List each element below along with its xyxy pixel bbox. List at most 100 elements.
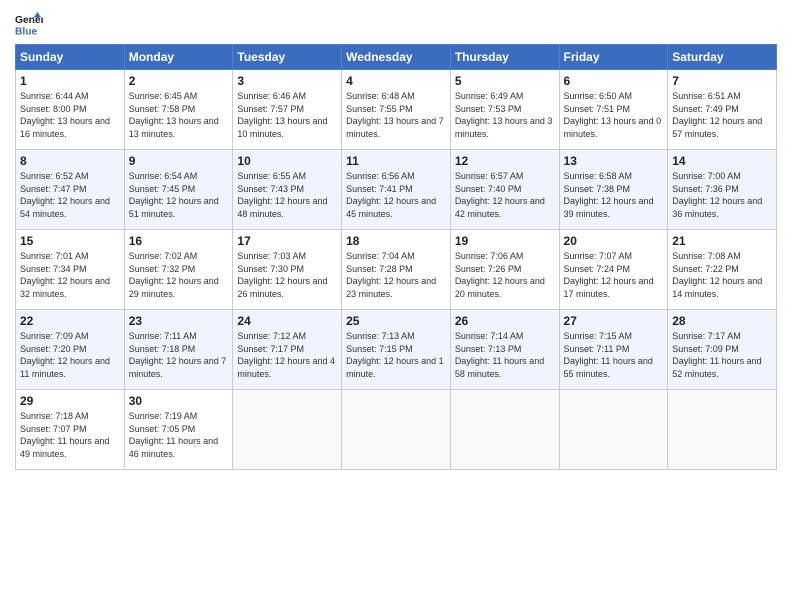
day-info: Sunrise: 7:04 AMSunset: 7:28 PMDaylight:… bbox=[346, 250, 446, 300]
calendar-cell: 14 Sunrise: 7:00 AMSunset: 7:36 PMDayligh… bbox=[668, 150, 777, 230]
calendar-cell: 16 Sunrise: 7:02 AMSunset: 7:32 PMDayligh… bbox=[124, 230, 233, 310]
day-info: Sunrise: 7:18 AMSunset: 7:07 PMDaylight:… bbox=[20, 410, 120, 460]
day-info: Sunrise: 7:03 AMSunset: 7:30 PMDaylight:… bbox=[237, 250, 337, 300]
day-number: 15 bbox=[20, 234, 120, 248]
calendar-cell: 19 Sunrise: 7:06 AMSunset: 7:26 PMDayligh… bbox=[450, 230, 559, 310]
calendar-cell bbox=[559, 390, 668, 470]
calendar-cell bbox=[233, 390, 342, 470]
day-info: Sunrise: 7:07 AMSunset: 7:24 PMDaylight:… bbox=[564, 250, 664, 300]
day-info: Sunrise: 6:45 AMSunset: 7:58 PMDaylight:… bbox=[129, 90, 229, 140]
day-number: 2 bbox=[129, 74, 229, 88]
day-number: 6 bbox=[564, 74, 664, 88]
day-number: 26 bbox=[455, 314, 555, 328]
calendar-cell: 7Sunrise: 6:51 AMSunset: 7:49 PMDaylight… bbox=[668, 70, 777, 150]
day-number: 22 bbox=[20, 314, 120, 328]
day-number: 4 bbox=[346, 74, 446, 88]
calendar-cell: 29 Sunrise: 7:18 AMSunset: 7:07 PMDayligh… bbox=[16, 390, 125, 470]
calendar-cell: 9 Sunrise: 6:54 AMSunset: 7:45 PMDaylight… bbox=[124, 150, 233, 230]
day-info: Sunrise: 6:56 AMSunset: 7:41 PMDaylight:… bbox=[346, 170, 446, 220]
day-info: Sunrise: 6:58 AMSunset: 7:38 PMDaylight:… bbox=[564, 170, 664, 220]
col-header-thursday: Thursday bbox=[450, 45, 559, 70]
logo: General Blue bbox=[15, 10, 43, 38]
day-info: Sunrise: 7:09 AMSunset: 7:20 PMDaylight:… bbox=[20, 330, 120, 380]
day-number: 8 bbox=[20, 154, 120, 168]
day-info: Sunrise: 6:49 AMSunset: 7:53 PMDaylight:… bbox=[455, 90, 555, 140]
svg-text:Blue: Blue bbox=[15, 26, 38, 37]
day-number: 3 bbox=[237, 74, 337, 88]
col-header-saturday: Saturday bbox=[668, 45, 777, 70]
calendar-cell: 23 Sunrise: 7:11 AMSunset: 7:18 PMDayligh… bbox=[124, 310, 233, 390]
day-number: 21 bbox=[672, 234, 772, 248]
calendar-cell: 13 Sunrise: 6:58 AMSunset: 7:38 PMDayligh… bbox=[559, 150, 668, 230]
calendar-cell: 8 Sunrise: 6:52 AMSunset: 7:47 PMDaylight… bbox=[16, 150, 125, 230]
day-info: Sunrise: 7:14 AMSunset: 7:13 PMDaylight:… bbox=[455, 330, 555, 380]
day-info: Sunrise: 6:52 AMSunset: 7:47 PMDaylight:… bbox=[20, 170, 120, 220]
day-info: Sunrise: 7:08 AMSunset: 7:22 PMDaylight:… bbox=[672, 250, 772, 300]
day-number: 5 bbox=[455, 74, 555, 88]
day-number: 28 bbox=[672, 314, 772, 328]
logo-icon: General Blue bbox=[15, 10, 43, 38]
calendar-cell: 11 Sunrise: 6:56 AMSunset: 7:41 PMDayligh… bbox=[342, 150, 451, 230]
day-info: Sunrise: 6:50 AMSunset: 7:51 PMDaylight:… bbox=[564, 90, 664, 140]
calendar-cell bbox=[342, 390, 451, 470]
calendar-cell: 26 Sunrise: 7:14 AMSunset: 7:13 PMDayligh… bbox=[450, 310, 559, 390]
calendar-cell bbox=[450, 390, 559, 470]
calendar-cell: 5 Sunrise: 6:49 AMSunset: 7:53 PMDaylight… bbox=[450, 70, 559, 150]
calendar-cell: 12Sunrise: 6:57 AMSunset: 7:40 PMDayligh… bbox=[450, 150, 559, 230]
day-info: Sunrise: 7:13 AMSunset: 7:15 PMDaylight:… bbox=[346, 330, 446, 380]
day-number: 10 bbox=[237, 154, 337, 168]
calendar-cell: 24 Sunrise: 7:12 AMSunset: 7:17 PMDayligh… bbox=[233, 310, 342, 390]
day-info: Sunrise: 6:46 AMSunset: 7:57 PMDaylight:… bbox=[237, 90, 337, 140]
col-header-tuesday: Tuesday bbox=[233, 45, 342, 70]
col-header-friday: Friday bbox=[559, 45, 668, 70]
calendar-cell: 18 Sunrise: 7:04 AMSunset: 7:28 PMDayligh… bbox=[342, 230, 451, 310]
day-number: 12 bbox=[455, 154, 555, 168]
day-info: Sunrise: 7:06 AMSunset: 7:26 PMDaylight:… bbox=[455, 250, 555, 300]
calendar-cell: 17 Sunrise: 7:03 AMSunset: 7:30 PMDayligh… bbox=[233, 230, 342, 310]
day-number: 14 bbox=[672, 154, 772, 168]
header-row: SundayMondayTuesdayWednesdayThursdayFrid… bbox=[16, 45, 777, 70]
calendar-cell: 3 Sunrise: 6:46 AMSunset: 7:57 PMDaylight… bbox=[233, 70, 342, 150]
col-header-wednesday: Wednesday bbox=[342, 45, 451, 70]
day-number: 17 bbox=[237, 234, 337, 248]
day-number: 1 bbox=[20, 74, 120, 88]
calendar-container: General Blue SundayMondayTuesdayWednesda… bbox=[0, 0, 792, 480]
day-info: Sunrise: 6:55 AMSunset: 7:43 PMDaylight:… bbox=[237, 170, 337, 220]
calendar-cell: 15 Sunrise: 7:01 AMSunset: 7:34 PMDayligh… bbox=[16, 230, 125, 310]
day-info: Sunrise: 7:02 AMSunset: 7:32 PMDaylight:… bbox=[129, 250, 229, 300]
day-info: Sunrise: 7:12 AMSunset: 7:17 PMDaylight:… bbox=[237, 330, 337, 380]
day-number: 24 bbox=[237, 314, 337, 328]
day-info: Sunrise: 6:44 AMSunset: 8:00 PMDaylight:… bbox=[20, 90, 120, 140]
day-number: 27 bbox=[564, 314, 664, 328]
calendar-cell: 2 Sunrise: 6:45 AMSunset: 7:58 PMDaylight… bbox=[124, 70, 233, 150]
calendar-cell: 1 Sunrise: 6:44 AMSunset: 8:00 PMDaylight… bbox=[16, 70, 125, 150]
calendar-cell: 4Sunrise: 6:48 AMSunset: 7:55 PMDaylight… bbox=[342, 70, 451, 150]
day-number: 19 bbox=[455, 234, 555, 248]
day-number: 16 bbox=[129, 234, 229, 248]
day-number: 9 bbox=[129, 154, 229, 168]
day-number: 13 bbox=[564, 154, 664, 168]
day-info: Sunrise: 6:54 AMSunset: 7:45 PMDaylight:… bbox=[129, 170, 229, 220]
calendar-cell: 21 Sunrise: 7:08 AMSunset: 7:22 PMDayligh… bbox=[668, 230, 777, 310]
calendar-cell: 20 Sunrise: 7:07 AMSunset: 7:24 PMDayligh… bbox=[559, 230, 668, 310]
col-header-monday: Monday bbox=[124, 45, 233, 70]
day-number: 20 bbox=[564, 234, 664, 248]
calendar-cell: 6 Sunrise: 6:50 AMSunset: 7:51 PMDaylight… bbox=[559, 70, 668, 150]
calendar-cell: 27 Sunrise: 7:15 AMSunset: 7:11 PMDayligh… bbox=[559, 310, 668, 390]
day-info: Sunrise: 7:11 AMSunset: 7:18 PMDaylight:… bbox=[129, 330, 229, 380]
day-info: Sunrise: 7:19 AMSunset: 7:05 PMDaylight:… bbox=[129, 410, 229, 460]
day-number: 23 bbox=[129, 314, 229, 328]
header: General Blue bbox=[15, 10, 777, 38]
day-info: Sunrise: 7:15 AMSunset: 7:11 PMDaylight:… bbox=[564, 330, 664, 380]
day-number: 29 bbox=[20, 394, 120, 408]
day-info: Sunrise: 6:51 AMSunset: 7:49 PMDaylight:… bbox=[672, 90, 772, 140]
calendar-cell: 22 Sunrise: 7:09 AMSunset: 7:20 PMDayligh… bbox=[16, 310, 125, 390]
day-info: Sunrise: 7:01 AMSunset: 7:34 PMDaylight:… bbox=[20, 250, 120, 300]
col-header-sunday: Sunday bbox=[16, 45, 125, 70]
calendar-cell: 28 Sunrise: 7:17 AMSunset: 7:09 PMDayligh… bbox=[668, 310, 777, 390]
day-info: Sunrise: 7:00 AMSunset: 7:36 PMDaylight:… bbox=[672, 170, 772, 220]
day-number: 18 bbox=[346, 234, 446, 248]
day-info: Sunrise: 7:17 AMSunset: 7:09 PMDaylight:… bbox=[672, 330, 772, 380]
day-number: 11 bbox=[346, 154, 446, 168]
day-number: 30 bbox=[129, 394, 229, 408]
